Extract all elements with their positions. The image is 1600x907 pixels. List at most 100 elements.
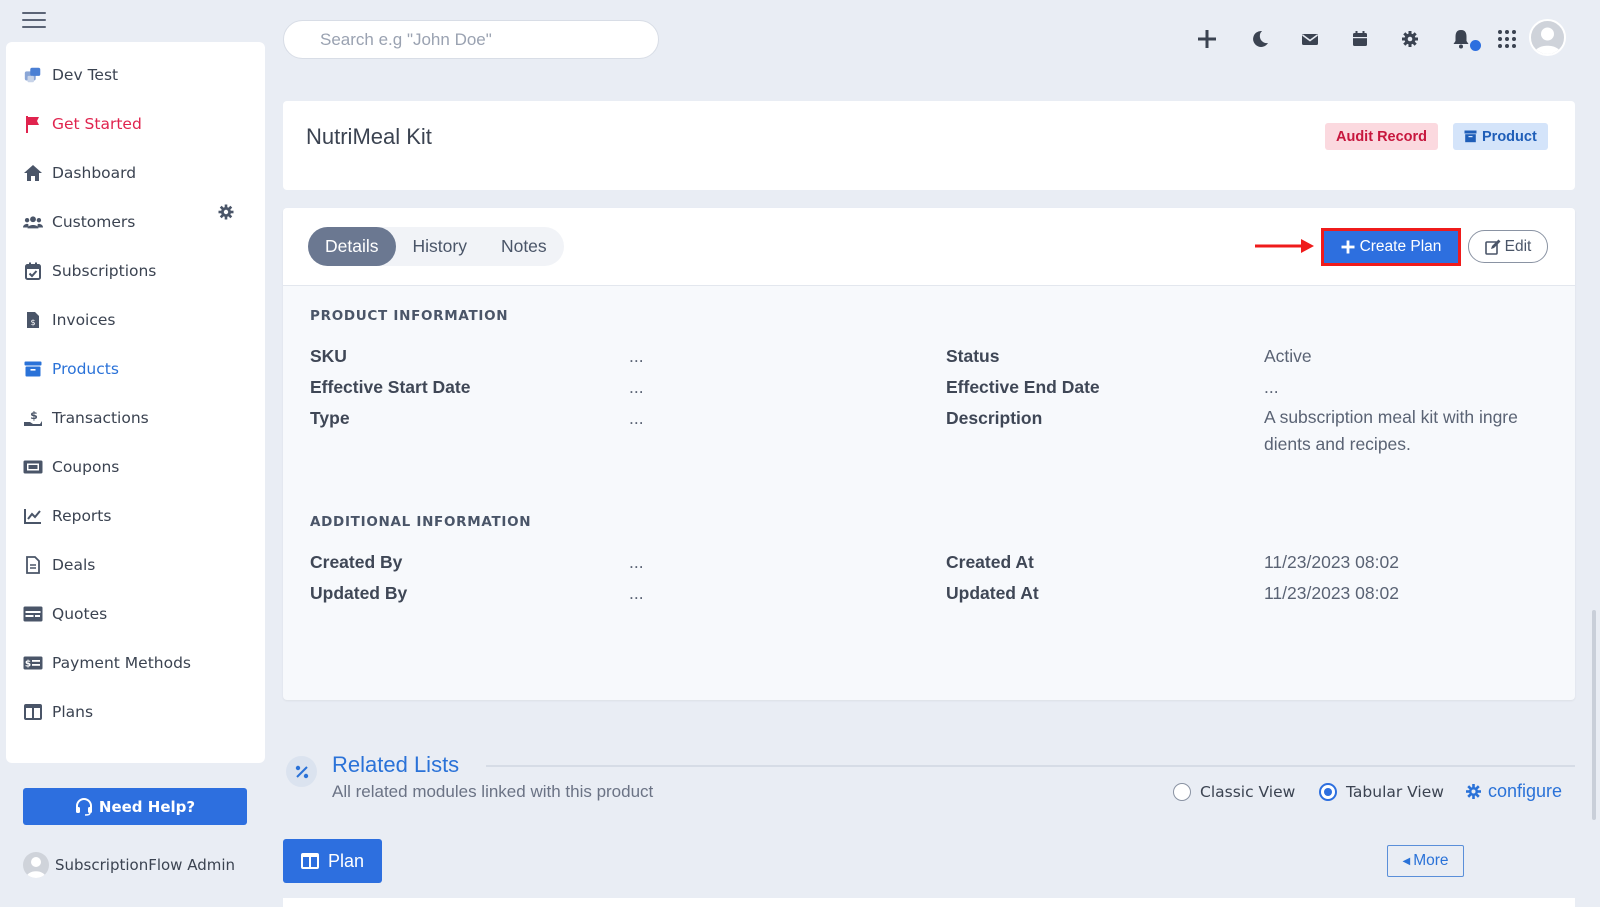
sidebar-item-label: Products xyxy=(52,360,119,378)
dev-test-logo-icon xyxy=(23,65,43,85)
sidebar-item-label: Payment Methods xyxy=(52,654,191,672)
dashboard-settings-gear-icon[interactable] xyxy=(218,204,236,222)
sidebar-item-deals[interactable]: Deals xyxy=(23,548,95,582)
percent-icon xyxy=(286,756,317,787)
apps-grid-icon[interactable] xyxy=(1496,28,1518,50)
sidebar-item-customers[interactable]: Customers xyxy=(23,205,135,239)
plan-label: Plan xyxy=(327,850,365,871)
sidebar-item-products[interactable]: Products xyxy=(23,352,119,386)
effective-start-date-label: Effective Start Date xyxy=(310,377,471,397)
archive-box-icon xyxy=(1464,130,1477,143)
quote-card-icon xyxy=(23,604,43,624)
sidebar-item-label: Plans xyxy=(52,703,94,721)
create-plan-label: Create Plan xyxy=(1359,238,1442,255)
sidebar-item-label: Subscriptions xyxy=(52,262,157,280)
sku-label: SKU xyxy=(310,346,347,366)
product-information-heading: PRODUCT INFORMATION xyxy=(310,308,509,324)
sidebar-item-subscriptions[interactable]: Subscriptions xyxy=(23,254,156,288)
description-label: Description xyxy=(946,408,1043,428)
sku-value: ... xyxy=(629,346,644,366)
effective-end-date-label: Effective End Date xyxy=(946,377,1100,397)
gear-icon[interactable] xyxy=(1399,28,1421,50)
record-tabs: Details History Notes xyxy=(308,227,564,266)
search-input[interactable] xyxy=(283,20,659,59)
menu-toggle-icon[interactable] xyxy=(22,12,46,28)
sidebar-item-plans[interactable]: Plans xyxy=(23,695,93,729)
plan-related-button[interactable]: Plan xyxy=(283,839,382,883)
chevron-left-icon: ◀ xyxy=(1402,855,1411,867)
sidebar-item-label: Deals xyxy=(52,556,96,574)
effective-start-date-value: ... xyxy=(629,377,644,397)
page-scrollbar[interactable] xyxy=(1592,610,1596,820)
updated-at-value: 11/23/2023 08:02 xyxy=(1264,583,1399,603)
mail-icon[interactable] xyxy=(1299,28,1321,50)
plus-icon[interactable] xyxy=(1196,28,1218,50)
details-card: Details History Notes Create Plan Edit P… xyxy=(283,208,1575,700)
users-icon xyxy=(23,212,43,232)
edit-label: Edit xyxy=(1504,237,1532,255)
sidebar: Dev Test Get Started Dashboard Customers… xyxy=(6,42,265,763)
sidebar-item-label: Get Started xyxy=(52,115,142,133)
archive-box-icon xyxy=(23,359,43,379)
product-badge-label: Product xyxy=(1482,128,1537,145)
sidebar-item-reports[interactable]: Reports xyxy=(23,499,111,533)
related-lists-subtitle: All related modules linked with this pro… xyxy=(332,782,654,801)
edit-icon xyxy=(1484,239,1501,255)
calendar-check-icon xyxy=(23,261,43,281)
related-lists-divider xyxy=(486,765,1575,767)
status-value: Active xyxy=(1264,346,1312,366)
sidebar-item-transactions[interactable]: $ Transactions xyxy=(23,401,149,435)
classic-view-radio[interactable]: Classic View xyxy=(1173,783,1295,801)
home-icon xyxy=(23,163,43,183)
need-help-button[interactable]: Need Help? xyxy=(23,788,247,825)
configure-label: configure xyxy=(1488,781,1563,801)
user-avatar[interactable] xyxy=(1529,19,1566,56)
sidebar-item-label: Reports xyxy=(52,507,112,525)
sidebar-item-payment-methods[interactable]: $ Payment Methods xyxy=(23,646,191,680)
bell-icon[interactable] xyxy=(1450,28,1472,50)
headset-icon xyxy=(75,797,93,816)
svg-text:$: $ xyxy=(30,409,38,422)
sidebar-item-label: Dev Test xyxy=(52,66,119,84)
tabular-view-radio[interactable]: Tabular View xyxy=(1319,783,1444,801)
sidebar-item-coupons[interactable]: Coupons xyxy=(23,450,119,484)
create-plan-button[interactable]: Create Plan xyxy=(1321,228,1461,266)
record-header-card: NutriMeal Kit Audit Record Product xyxy=(283,101,1575,190)
tab-history[interactable]: History xyxy=(396,227,484,266)
radio-circle xyxy=(1173,783,1191,801)
sidebar-item-invoices[interactable]: $ Invoices xyxy=(23,303,116,337)
sidebar-item-dashboard[interactable]: Dashboard xyxy=(23,156,136,190)
more-button[interactable]: ◀ More xyxy=(1387,845,1464,877)
product-badge[interactable]: Product xyxy=(1453,123,1548,150)
admin-name: SubscriptionFlow Admin xyxy=(55,856,236,874)
svg-text:$: $ xyxy=(25,660,31,670)
sidebar-item-dev-test[interactable]: Dev Test xyxy=(23,58,118,92)
created-at-label: Created At xyxy=(946,552,1034,572)
ticket-icon xyxy=(23,457,43,477)
additional-information-heading: ADDITIONAL INFORMATION xyxy=(310,514,532,530)
more-label: More xyxy=(1413,852,1449,869)
page-title: NutriMeal Kit xyxy=(306,124,432,149)
admin-profile[interactable]: SubscriptionFlow Admin xyxy=(23,852,235,878)
sidebar-item-get-started[interactable]: Get Started xyxy=(23,107,142,141)
moon-icon[interactable] xyxy=(1249,28,1271,50)
tab-notes[interactable]: Notes xyxy=(484,227,564,266)
related-lists-title: Related Lists xyxy=(332,752,460,777)
calendar-icon[interactable] xyxy=(1349,28,1371,50)
effective-end-date-value: ... xyxy=(1264,377,1279,397)
hand-dollar-icon: $ xyxy=(23,408,43,428)
audit-record-badge[interactable]: Audit Record xyxy=(1325,123,1439,150)
admin-avatar xyxy=(23,852,49,878)
details-card-header: Details History Notes Create Plan Edit xyxy=(283,208,1575,286)
sidebar-item-quotes[interactable]: Quotes xyxy=(23,597,107,631)
status-label: Status xyxy=(946,346,1000,366)
edit-button[interactable]: Edit xyxy=(1468,230,1548,263)
related-list-table-top xyxy=(283,898,1575,907)
radio-circle-selected xyxy=(1319,783,1337,801)
tab-details[interactable]: Details xyxy=(308,227,396,266)
description-value: A subscription meal kit with ingre dient… xyxy=(1264,407,1518,454)
configure-link[interactable]: configure xyxy=(1465,781,1562,802)
created-at-value: 11/23/2023 08:02 xyxy=(1264,552,1399,572)
created-by-label: Created By xyxy=(310,552,403,572)
file-icon xyxy=(23,555,43,575)
